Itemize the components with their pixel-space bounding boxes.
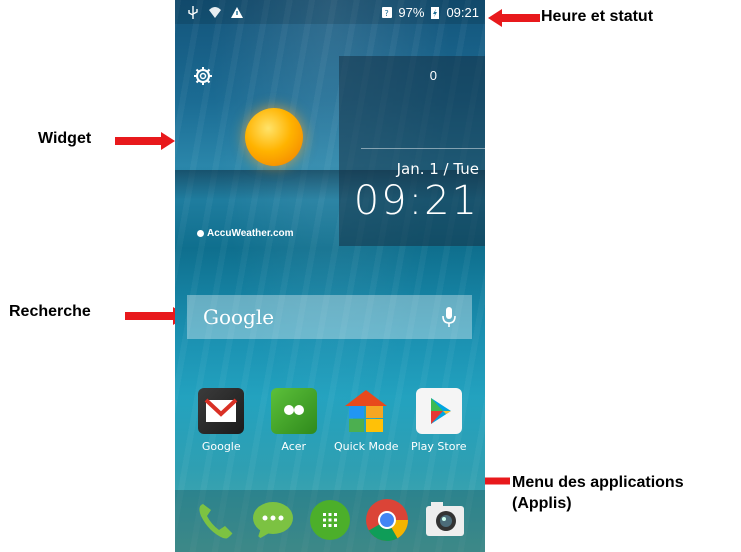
phone-icon[interactable] bbox=[193, 498, 237, 542]
quick-mode-house-icon bbox=[343, 388, 389, 434]
app-label: Play Store bbox=[410, 440, 467, 453]
acer-folder-icon bbox=[270, 388, 317, 434]
google-search-label: Google bbox=[203, 305, 275, 329]
no-sim-icon: ? bbox=[382, 6, 393, 18]
gmail-folder-icon bbox=[198, 388, 245, 434]
battery-charging-icon bbox=[431, 6, 440, 19]
status-bar: ? 97% 09:21 bbox=[175, 0, 485, 24]
messaging-icon[interactable] bbox=[251, 498, 295, 542]
app-play-store[interactable]: Play Store bbox=[404, 388, 474, 453]
dock bbox=[175, 490, 485, 552]
app-label: Acer bbox=[281, 440, 307, 453]
wifi-icon bbox=[209, 6, 221, 18]
svg-text:?: ? bbox=[385, 9, 389, 18]
accuweather-label: AccuWeather.com bbox=[207, 228, 294, 239]
app-quick-mode[interactable]: Quick Mode bbox=[331, 388, 401, 453]
camera-icon[interactable] bbox=[423, 498, 467, 542]
app-acer-folder[interactable]: Acer bbox=[259, 388, 329, 453]
app-label: Google bbox=[201, 440, 241, 453]
chrome-icon[interactable] bbox=[365, 498, 409, 542]
widget-arrow bbox=[115, 132, 175, 150]
clock-divider bbox=[361, 148, 485, 149]
play-store-icon bbox=[415, 388, 462, 434]
apps-menu-callout-label-2: (Applis) bbox=[512, 495, 572, 512]
phone-home-screen: ? 97% 09:21 AccuWeather.com 0 Jan. 1 / T… bbox=[175, 0, 485, 552]
gear-icon[interactable] bbox=[193, 66, 213, 86]
microphone-icon[interactable] bbox=[442, 306, 456, 328]
sun-weather-icon[interactable] bbox=[245, 108, 303, 166]
status-callout-label: Heure et statut bbox=[541, 8, 654, 25]
app-drawer-icon[interactable] bbox=[308, 498, 352, 542]
battery-percent: 97% bbox=[398, 4, 425, 20]
home-app-row: Google Acer Quick Mode Play Store bbox=[175, 388, 485, 453]
widget-callout-label: Widget bbox=[38, 130, 92, 147]
status-arrow bbox=[488, 9, 540, 27]
accuweather-logo-icon bbox=[197, 230, 204, 237]
search-callout-label: Recherche bbox=[9, 303, 91, 320]
warning-icon bbox=[231, 6, 243, 18]
clock-widget[interactable]: 0 Jan. 1 / Tue 09:21 bbox=[339, 56, 485, 246]
status-time: 09:21 bbox=[446, 4, 479, 20]
clock-counter: 0 bbox=[429, 68, 437, 83]
clock-date: Jan. 1 / Tue bbox=[396, 160, 479, 178]
accuweather-link[interactable]: AccuWeather.com bbox=[197, 228, 294, 239]
google-search-bar[interactable]: Google bbox=[187, 295, 472, 339]
clock-time: 09:21 bbox=[353, 178, 479, 224]
app-label: Quick Mode bbox=[333, 440, 399, 453]
apps-menu-callout-label: Menu des applications bbox=[512, 474, 684, 491]
usb-icon bbox=[188, 5, 198, 19]
app-google-folder[interactable]: Google bbox=[186, 388, 256, 453]
